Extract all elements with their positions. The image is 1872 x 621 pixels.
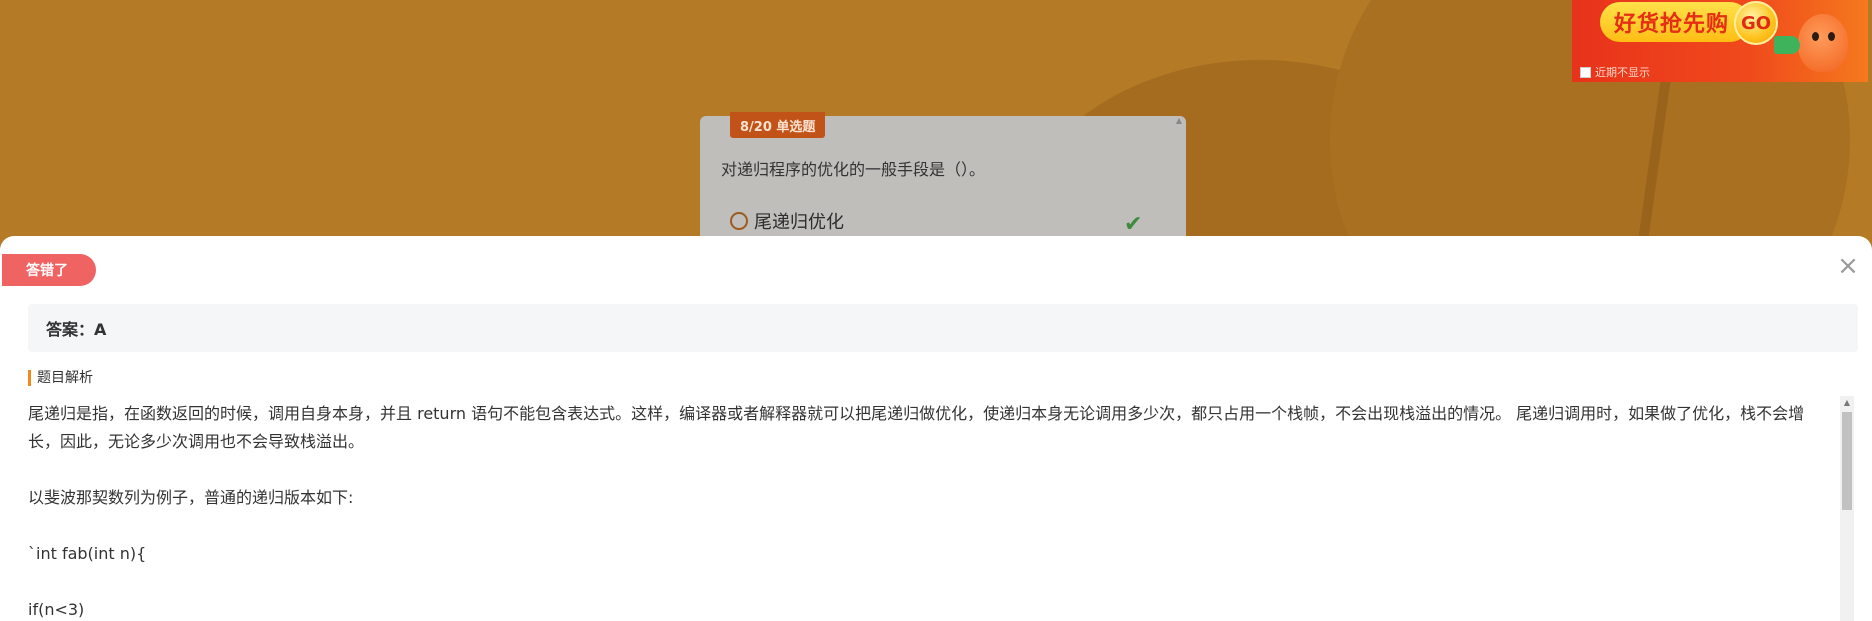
question-text: 对递归程序的优化的一般手段是（）。 (721, 160, 986, 179)
page: 好货抢先购 GO 近期不显示 对递归程序的优化的一般手段是（）。 尾递归优化 ✔… (0, 0, 1872, 621)
megaphone-icon (1774, 36, 1800, 54)
close-icon[interactable]: × (1836, 253, 1860, 279)
option-a-label: 尾递归优化 (754, 212, 844, 233)
code-line: if(n<3) (28, 600, 85, 619)
option-a[interactable]: 尾递归优化 (730, 208, 844, 234)
ad-go-button[interactable]: GO (1734, 1, 1778, 45)
mascot-eye (1828, 32, 1835, 41)
mascot-eye (1812, 32, 1819, 41)
ad-headline: 好货抢先购 (1600, 2, 1750, 42)
answer-text: 答案：A (46, 320, 107, 339)
code-line: `int fab(int n){ (28, 544, 147, 563)
ad-banner[interactable]: 好货抢先购 GO 近期不显示 (1572, 0, 1868, 82)
scrollbar-thumb[interactable] (1842, 412, 1852, 510)
radio-icon[interactable] (730, 212, 748, 230)
question-tag: 8/20 单选题 (730, 112, 826, 138)
ad-dont-show-label: 近期不显示 (1595, 66, 1650, 79)
analysis-body: 尾递归是指，在函数返回的时候，调用自身本身，并且 return 语句不能包含表达… (28, 400, 1818, 621)
analysis-paragraph: 尾递归是指，在函数返回的时候，调用自身本身，并且 return 语句不能包含表达… (28, 404, 1805, 451)
check-icon: ✔ (1124, 212, 1143, 237)
checkbox-icon[interactable] (1580, 66, 1591, 78)
scroll-up-icon[interactable]: ▲ (1174, 116, 1184, 125)
wrong-badge: 答错了 (2, 254, 96, 286)
scroll-up-icon[interactable]: ▲ (1840, 396, 1854, 410)
answer-box: 答案：A (28, 304, 1858, 352)
mascot-icon (1774, 14, 1848, 72)
question-scrollbar[interactable]: ▲ (1174, 116, 1184, 256)
result-panel: 答错了 × 答案：A 题目解析 尾递归是指，在函数返回的时候，调用自身本身，并且… (0, 236, 1872, 621)
ad-dont-show-toggle[interactable]: 近期不显示 (1580, 64, 1650, 80)
analysis-title: 题目解析 (28, 370, 93, 386)
analysis-scrollbar[interactable]: ▲ (1840, 396, 1854, 621)
analysis-paragraph: 以斐波那契数列为例子，普通的递归版本如下: (28, 488, 354, 507)
